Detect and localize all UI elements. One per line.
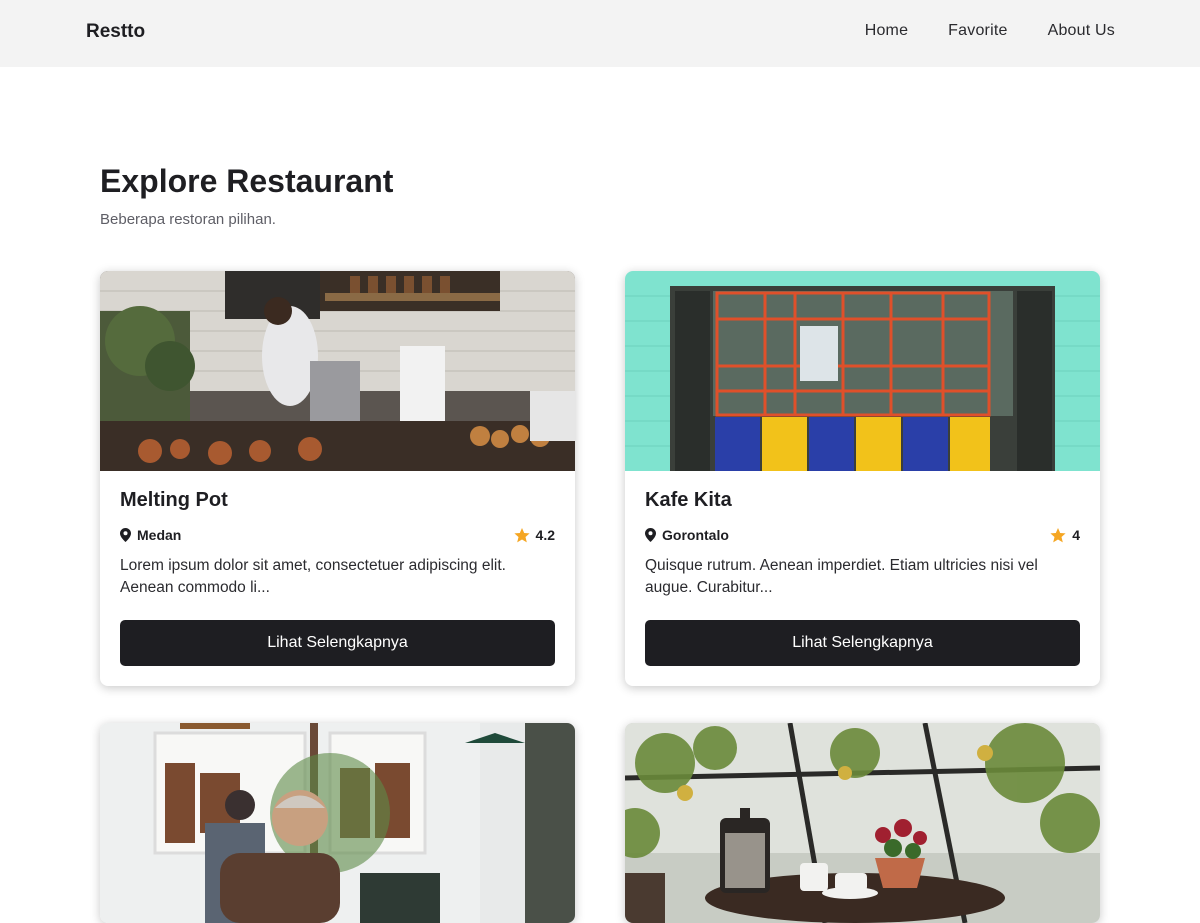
view-details-button[interactable]: Lihat Selengkapnya (645, 620, 1080, 666)
restaurant-rating: 4 (1050, 527, 1080, 543)
restaurant-rating: 4.2 (513, 527, 555, 543)
restaurant-card (100, 723, 575, 923)
rating-value: 4.2 (535, 527, 555, 543)
restaurant-photo-kitchen (100, 271, 575, 471)
restaurant-name: Melting Pot (120, 489, 228, 511)
page-subtitle: Beberapa restoran pilihan. (100, 211, 276, 228)
card-meta: Medan 4.2 (120, 527, 555, 543)
map-pin-icon (645, 528, 656, 542)
restaurant-location: Medan (120, 527, 181, 543)
star-icon (513, 527, 530, 542)
page-title: Explore Restaurant (100, 163, 394, 199)
restaurant-photo-cafe-interior (100, 723, 575, 923)
star-icon (1050, 527, 1066, 542)
restaurant-card: Kafe Kita Gorontalo 4 Quisque rutrum. Ae… (625, 271, 1100, 686)
restaurant-image (100, 723, 575, 923)
nav-link-favorite[interactable]: Favorite (948, 22, 1007, 40)
card-meta: Gorontalo 4 (645, 527, 1080, 543)
map-pin-icon (120, 528, 131, 542)
view-details-button[interactable]: Lihat Selengkapnya (120, 620, 555, 666)
card-body: Melting Pot Medan 4.2 Lorem ipsum dolor … (100, 471, 575, 686)
card-body: Kafe Kita Gorontalo 4 Quisque rutrum. Ae… (625, 471, 1100, 686)
rating-value: 4 (1072, 527, 1080, 543)
restaurant-photo-greenhouse-table (625, 723, 1100, 923)
restaurant-description: Lorem ipsum dolor sit amet, consectetuer… (120, 557, 506, 596)
restaurant-image (100, 271, 575, 471)
navbar: Restto Home Favorite About Us (0, 0, 1200, 67)
restaurant-location: Gorontalo (645, 527, 729, 543)
restaurant-description: Quisque rutrum. Aenean imperdiet. Etiam … (645, 557, 1038, 596)
restaurant-image (625, 271, 1100, 471)
restaurant-name: Kafe Kita (645, 489, 732, 511)
restaurant-city: Medan (137, 527, 182, 543)
restaurant-city: Gorontalo (662, 527, 729, 543)
restaurant-photo-storefront (625, 271, 1100, 471)
restaurant-image (625, 723, 1100, 923)
restaurant-card: Melting Pot Medan 4.2 Lorem ipsum dolor … (100, 271, 575, 686)
nav-link-home[interactable]: Home (865, 22, 908, 40)
nav-link-about-us[interactable]: About Us (1048, 22, 1115, 40)
brand-logo[interactable]: Restto (86, 21, 145, 43)
nav-menu: Home Favorite About Us (865, 22, 1115, 40)
restaurant-card (625, 723, 1100, 923)
